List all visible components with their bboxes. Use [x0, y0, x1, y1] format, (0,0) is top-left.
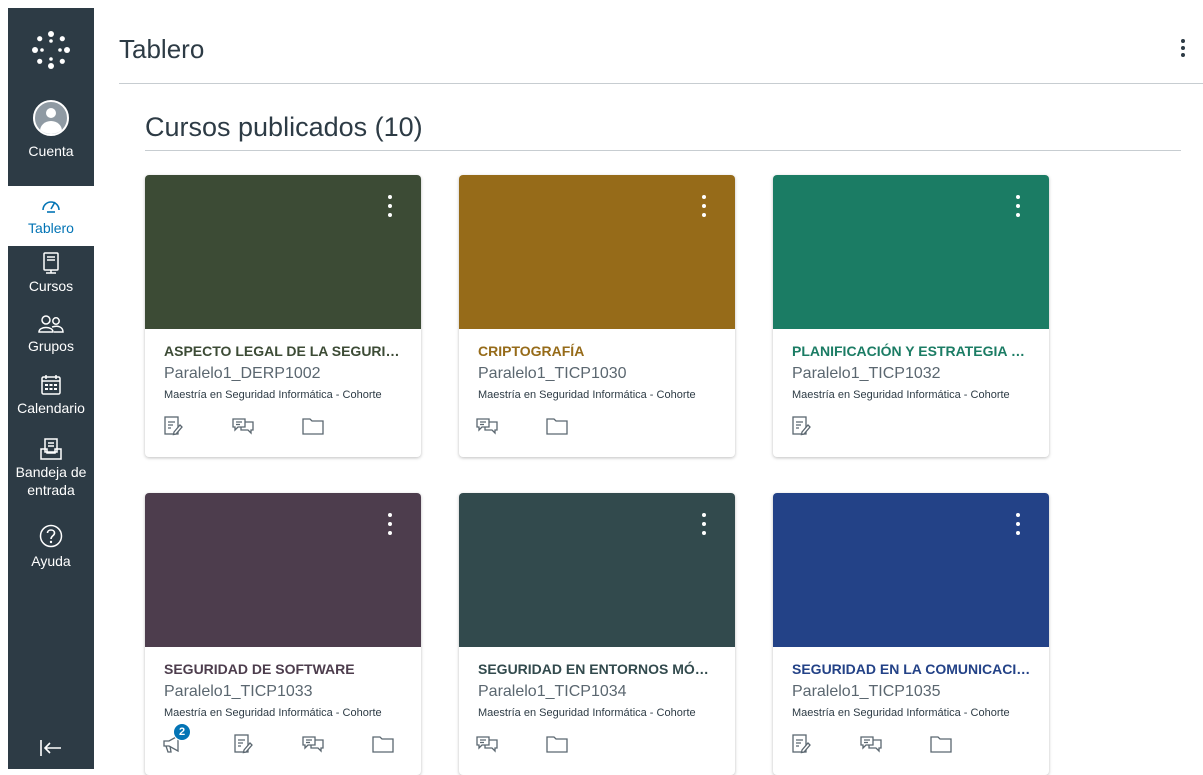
nav-courses[interactable]: Cursos [8, 250, 94, 310]
course-options-button[interactable] [1009, 193, 1027, 219]
course-card-hero[interactable] [773, 493, 1049, 647]
course-card-hero[interactable] [459, 175, 735, 329]
canvas-logo-icon[interactable] [8, 8, 94, 91]
calendar-icon [41, 375, 61, 395]
files-icon[interactable] [297, 411, 329, 441]
nav-calendar[interactable]: Calendario [8, 372, 94, 432]
unread-count-badge: 2 [173, 723, 191, 741]
course-code: Paralelo1_TICP1034 [478, 683, 627, 700]
nav-calendar-label: Calendario [17, 400, 85, 416]
course-term: Maestría en Seguridad Informática - Coho… [478, 389, 696, 401]
dashboard-icon [42, 201, 60, 213]
course-actions [157, 411, 329, 441]
course-title-link[interactable]: ASPECTO LEGAL DE LA SEGURIDAD INFORMÁTIC… [164, 343, 404, 359]
nav-help[interactable]: Ayuda [8, 522, 94, 582]
discussions-icon[interactable] [471, 729, 503, 759]
collapse-arrow-icon [40, 740, 61, 756]
discussions-icon[interactable] [227, 411, 259, 441]
course-options-button[interactable] [1009, 511, 1027, 537]
inbox-icon [40, 438, 62, 460]
course-title-link[interactable]: CRIPTOGRAFÍA [478, 343, 718, 359]
course-actions [785, 729, 957, 759]
course-options-button[interactable] [381, 511, 399, 537]
nav-dashboard[interactable]: Tablero [8, 186, 94, 246]
discussions-icon[interactable] [855, 729, 887, 759]
discussions-icon[interactable] [297, 729, 329, 759]
course-card[interactable]: SEGURIDAD EN ENTORNOS MÓVILES Paralelo1_T… [459, 493, 735, 775]
course-title-link[interactable]: SEGURIDAD EN ENTORNOS MÓVILES [478, 661, 718, 677]
course-actions [471, 729, 573, 759]
assignments-icon[interactable] [227, 729, 259, 759]
section-title: Cursos publicados (10) [145, 112, 423, 142]
page-title: Tablero [119, 34, 205, 64]
course-term: Maestría en Seguridad Informática - Coho… [164, 707, 382, 719]
course-card[interactable]: CRIPTOGRAFÍA Paralelo1_TICP1030 Maestría e… [459, 175, 735, 457]
user-icon [33, 100, 69, 136]
course-card-hero[interactable] [459, 493, 735, 647]
nav-groups[interactable]: Grupos [8, 312, 94, 372]
course-term: Maestría en Seguridad Informática - Coho… [164, 389, 382, 401]
global-navigation: Cuenta Tablero Cursos Grupos Calendario … [8, 8, 94, 769]
course-title-link[interactable]: PLANIFICACIÓN Y ESTRATEGIA DE SEGURIDAD [792, 343, 1032, 359]
files-icon[interactable] [925, 729, 957, 759]
page-header: Tablero [119, 8, 1203, 84]
course-options-button[interactable] [695, 193, 713, 219]
course-code: Paralelo1_TICP1030 [478, 365, 627, 382]
course-code: Paralelo1_TICP1035 [792, 683, 941, 700]
nav-inbox[interactable]: Bandeja de entrada [8, 436, 94, 520]
discussions-icon[interactable] [471, 411, 503, 441]
course-title-link[interactable]: SEGURIDAD DE SOFTWARE [164, 661, 404, 677]
course-options-button[interactable] [381, 193, 399, 219]
course-card[interactable]: ASPECTO LEGAL DE LA SEGURIDAD INFORMÁTIC… [145, 175, 421, 457]
course-card[interactable]: SEGURIDAD DE SOFTWARE Paralelo1_TICP1033 M… [145, 493, 421, 775]
files-icon[interactable] [367, 729, 399, 759]
course-title-link[interactable]: SEGURIDAD EN LA COMUNICACIÓN [792, 661, 1032, 677]
nav-help-label: Ayuda [31, 553, 71, 569]
course-term: Maestría en Seguridad Informática - Coho… [792, 389, 1010, 401]
announcements-icon[interactable]: 2 [157, 723, 191, 759]
courses-icon [43, 252, 59, 274]
course-actions: 2 [157, 723, 399, 759]
nav-dashboard-label: Tablero [28, 220, 74, 236]
course-actions [471, 411, 573, 441]
course-card-hero[interactable] [145, 175, 421, 329]
collapse-nav-button[interactable] [8, 733, 94, 763]
course-card-hero[interactable] [773, 175, 1049, 329]
files-icon[interactable] [541, 729, 573, 759]
nav-inbox-label: Bandeja de entrada [15, 464, 87, 498]
nav-courses-label: Cursos [28, 278, 74, 294]
assignments-icon[interactable] [785, 411, 817, 441]
files-icon[interactable] [541, 411, 573, 441]
assignments-icon[interactable] [157, 411, 189, 441]
dashboard-options-button[interactable] [1171, 34, 1195, 62]
course-options-button[interactable] [695, 511, 713, 537]
course-card[interactable]: PLANIFICACIÓN Y ESTRATEGIA DE SEGURIDAD P… [773, 175, 1049, 457]
groups-icon [38, 315, 64, 333]
course-term: Maestría en Seguridad Informática - Coho… [792, 707, 1010, 719]
course-code: Paralelo1_TICP1032 [792, 365, 941, 382]
assignments-icon[interactable] [785, 729, 817, 759]
course-term: Maestría en Seguridad Informática - Coho… [478, 707, 696, 719]
course-actions [785, 411, 817, 441]
course-code: Paralelo1_DERP1002 [164, 365, 321, 382]
course-card-hero[interactable] [145, 493, 421, 647]
help-icon [39, 524, 63, 548]
course-card[interactable]: SEGURIDAD EN LA COMUNICACIÓN Paralelo1_TI… [773, 493, 1049, 775]
course-code: Paralelo1_TICP1033 [164, 683, 313, 700]
nav-account-label: Cuenta [28, 143, 74, 159]
section-divider [145, 150, 1181, 151]
nav-account[interactable]: Cuenta [8, 100, 94, 182]
nav-groups-label: Grupos [28, 338, 74, 354]
